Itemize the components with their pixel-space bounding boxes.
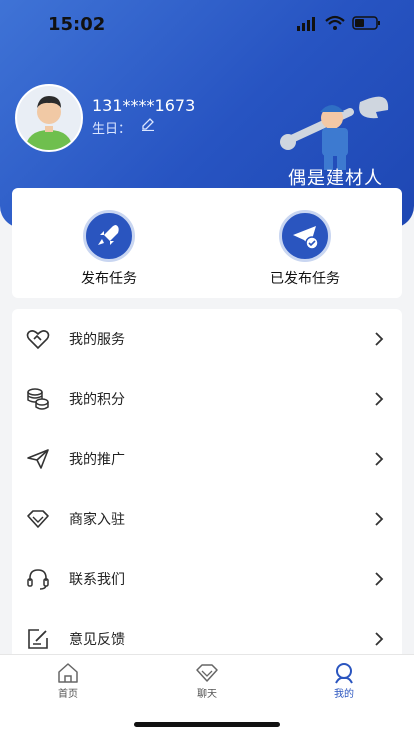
menu-item-my-promotion[interactable]: 我的推广 (12, 429, 402, 489)
menu-label: 我的积分 (69, 392, 125, 408)
user-phone: 131****1673 (92, 96, 196, 115)
menu-item-contact-us[interactable]: 联系我们 (12, 549, 402, 609)
tab-label: 我的 (334, 689, 354, 700)
chevron-right-icon (375, 392, 384, 406)
menu-label: 我的服务 (69, 332, 125, 348)
tab-chat[interactable]: 聊天 (177, 661, 237, 700)
headset-icon (27, 569, 49, 590)
wifi-icon (325, 15, 345, 30)
chevron-right-icon (375, 572, 384, 586)
menu-item-my-points[interactable]: 我的积分 (12, 369, 402, 429)
battery-icon (352, 16, 380, 30)
paper-plane-icon (27, 449, 49, 469)
heart-handshake-icon (26, 330, 50, 350)
menu-item-my-services[interactable]: 我的服务 (12, 309, 402, 369)
home-indicator (134, 722, 280, 727)
avatar[interactable] (15, 84, 83, 152)
tab-mine[interactable]: 我的 (314, 661, 374, 700)
menu-label: 我的推广 (69, 452, 125, 468)
tab-home[interactable]: 首页 (38, 661, 98, 700)
task-actions-card: 发布任务 已发布任务 (12, 188, 402, 298)
status-time: 15:02 (48, 14, 106, 35)
chat-diamond-icon (196, 664, 218, 682)
chevron-right-icon (375, 512, 384, 526)
published-tasks-button[interactable]: 已发布任务 (250, 210, 360, 288)
menu-item-merchant-join[interactable]: 商家入驻 (12, 489, 402, 549)
tab-label: 首页 (58, 689, 78, 700)
tab-label: 聊天 (197, 689, 217, 700)
paper-plane-check-icon (279, 210, 331, 262)
person-icon (25, 96, 73, 150)
user-icon (335, 663, 353, 684)
banner-slogan: 偶是建材人 (288, 168, 383, 189)
status-bar: 15:02 (0, 0, 414, 50)
menu-list: 我的服务 我的积分 我的推广 商家入驻 联系我们 意见反馈 (12, 309, 402, 669)
chevron-right-icon (375, 452, 384, 466)
coins-icon (27, 388, 49, 410)
chevron-right-icon (375, 632, 384, 646)
feedback-edit-icon (28, 629, 48, 649)
publish-task-button[interactable]: 发布任务 (54, 210, 164, 288)
menu-label: 联系我们 (69, 572, 125, 588)
home-icon (58, 663, 78, 683)
menu-label: 商家入驻 (69, 512, 125, 528)
diamond-icon (27, 510, 49, 528)
birthday-label: 生日： (92, 122, 132, 137)
rocket-icon (83, 210, 135, 262)
signal-icon (297, 17, 315, 31)
chevron-right-icon (375, 332, 384, 346)
published-tasks-label: 已发布任务 (270, 271, 340, 287)
menu-label: 意见反馈 (69, 632, 125, 648)
edit-icon[interactable] (141, 117, 155, 131)
publish-task-label: 发布任务 (81, 271, 137, 287)
